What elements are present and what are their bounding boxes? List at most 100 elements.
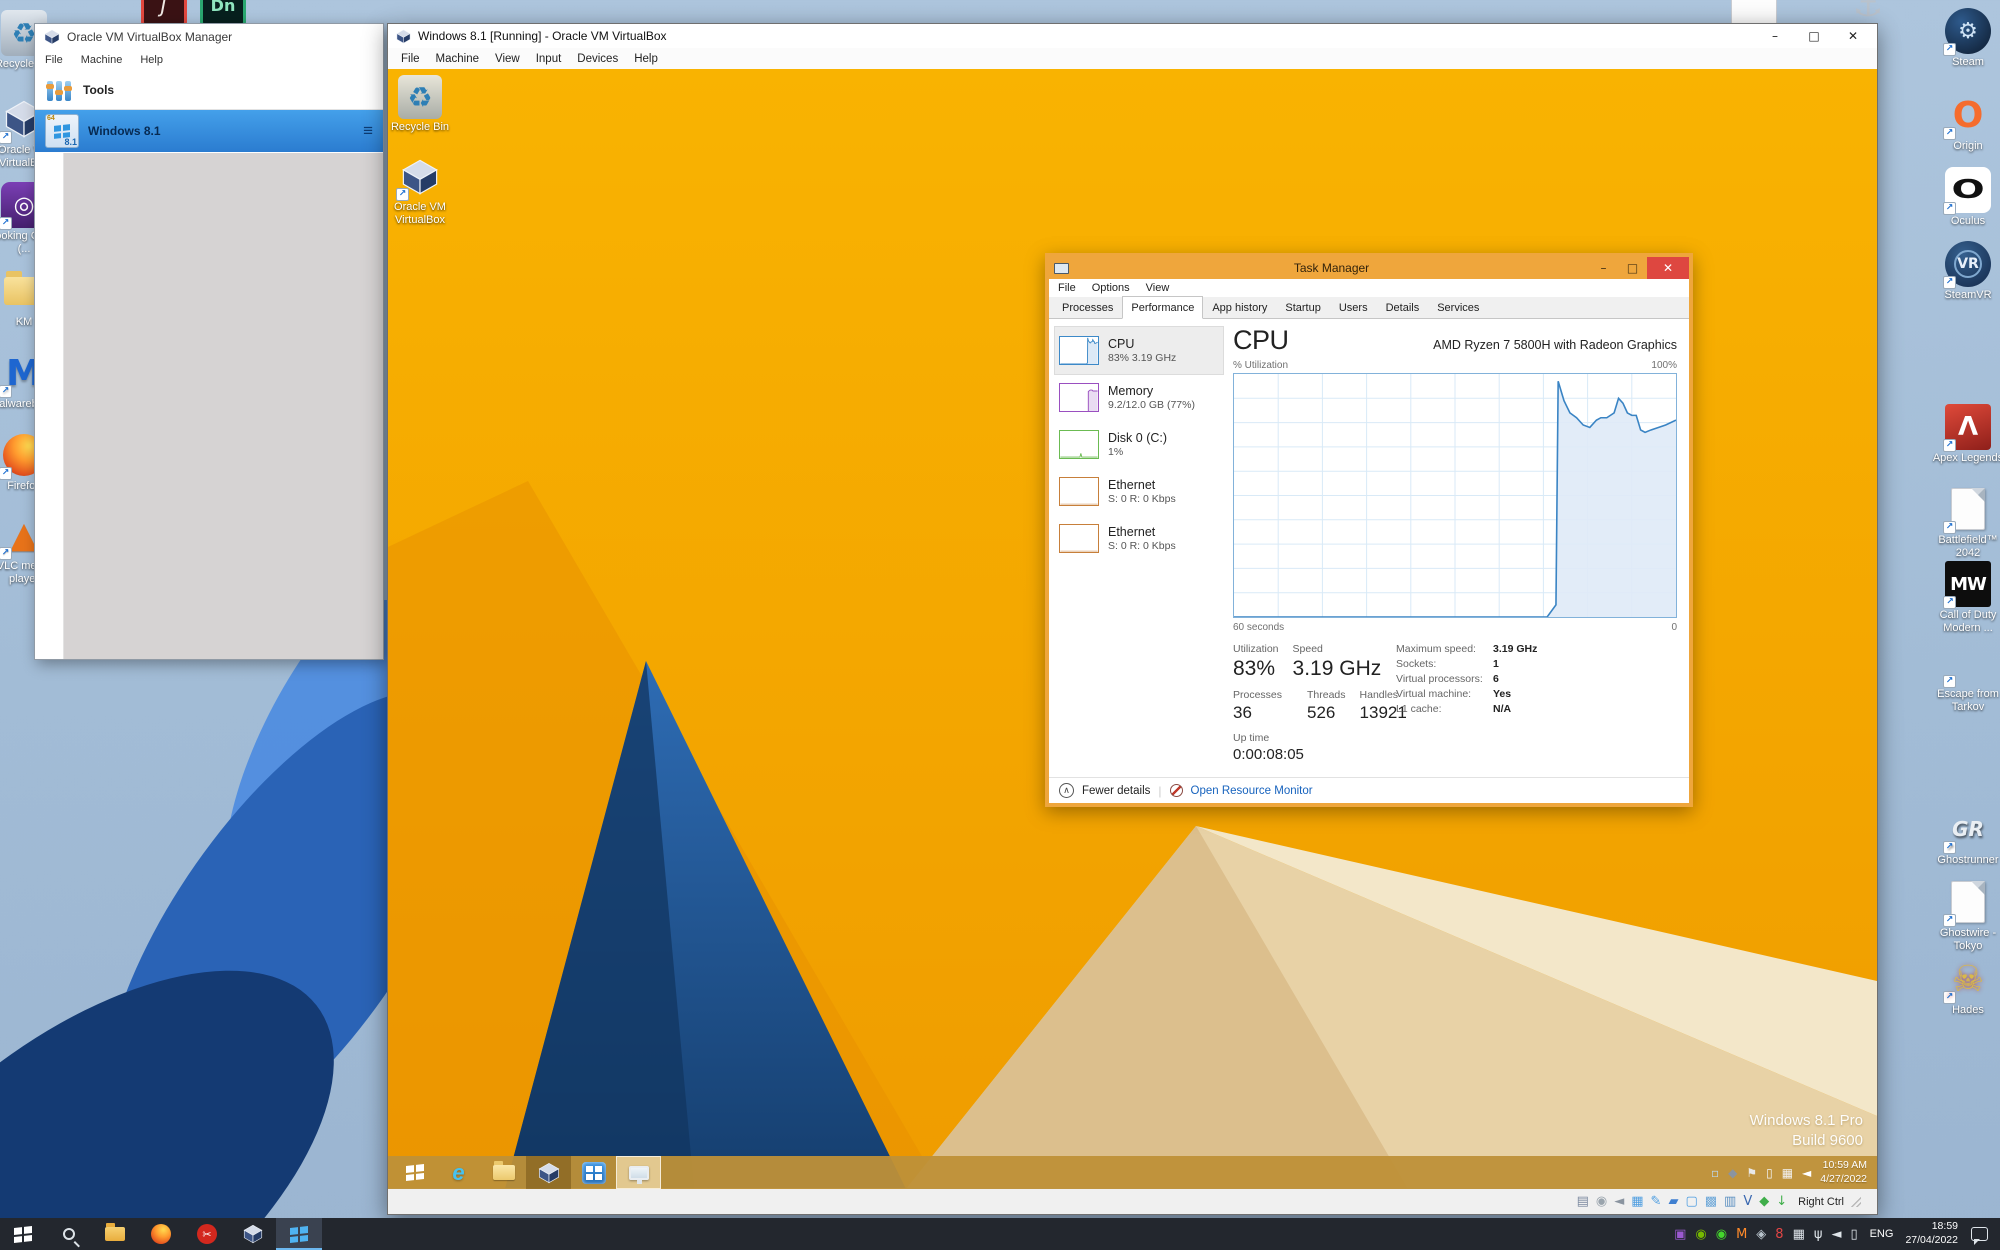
menu-item[interactable]: Help	[626, 51, 666, 67]
tray-icon[interactable]: ▦	[1782, 1166, 1793, 1180]
menu-item[interactable]: Machine	[81, 54, 123, 66]
host-taskbar-item[interactable]	[276, 1218, 322, 1250]
status-icon[interactable]: ◆	[1759, 1195, 1769, 1208]
perf-sidebar-item[interactable]: Ethernet S: 0 R: 0 Kbps	[1055, 468, 1223, 515]
menu-item[interactable]: File	[1058, 282, 1076, 294]
menu-item[interactable]: Help	[140, 54, 163, 66]
perf-sidebar-item[interactable]: CPU 83% 3.19 GHz	[1055, 327, 1223, 374]
host-taskbar-item[interactable]	[92, 1218, 138, 1250]
host-taskbar-item[interactable]	[138, 1218, 184, 1250]
status-icon[interactable]: ▩	[1705, 1195, 1717, 1208]
tab[interactable]: Services	[1428, 298, 1488, 319]
host-taskbar-item[interactable]: ✂	[184, 1218, 230, 1250]
menu-item[interactable]: Options	[1092, 282, 1130, 294]
menu-item[interactable]: Machine	[428, 51, 487, 67]
tray-icon[interactable]: ▦	[1793, 1228, 1805, 1241]
axis-label-60s: 60 seconds	[1233, 622, 1284, 633]
status-icon[interactable]: ▥	[1724, 1195, 1736, 1208]
perf-sidebar-item[interactable]: Disk 0 (C:) 1%	[1055, 421, 1223, 468]
desktop-icon[interactable]: ↗ Battlefield™ 2042	[1932, 486, 2000, 559]
desktop-icon[interactable]: ↗ Ghostwire - Tokyo	[1932, 879, 2000, 952]
desktop-icon[interactable]: GR ↗ Ghostrunner	[1932, 806, 2000, 867]
guest-taskbar-item[interactable]	[394, 1156, 436, 1189]
tab[interactable]: Performance	[1122, 296, 1203, 319]
open-resource-monitor-link[interactable]: Open Resource Monitor	[1191, 785, 1313, 797]
tray-icon[interactable]: M	[1736, 1228, 1747, 1241]
host-taskbar-item[interactable]	[46, 1218, 92, 1250]
vm-row-menu-icon[interactable]: ≡	[363, 121, 373, 141]
tray-icon[interactable]: ▣	[1674, 1228, 1686, 1241]
host-clock[interactable]: 18:59 27/04/2022	[1905, 1220, 1958, 1247]
close-button[interactable]: ✕	[1837, 29, 1869, 43]
status-icon[interactable]: ▦	[1631, 1195, 1643, 1208]
desktop-icon[interactable]: O ↗ Oculus	[1932, 167, 2000, 228]
resource-monitor-icon	[1170, 784, 1183, 797]
tray-icon[interactable]: ⚑	[1746, 1166, 1757, 1180]
menu-item[interactable]: Devices	[569, 51, 626, 67]
guest-taskbar-item[interactable]	[571, 1156, 616, 1189]
tray-icon[interactable]: ◄	[1802, 1166, 1811, 1180]
tray-icon[interactable]: ψ	[1814, 1228, 1823, 1241]
desktop-icon[interactable]: VR ↗ SteamVR	[1932, 241, 2000, 302]
vm-list-item-windows81[interactable]: 64 8.1 Windows 8.1 → Running ≡	[35, 110, 383, 152]
guest-clock[interactable]: 10:59 AM 4/27/2022	[1820, 1159, 1867, 1186]
status-icon[interactable]: ▰	[1668, 1195, 1678, 1208]
desktop-icon[interactable]: ↗ Escape from Tarkov	[1932, 640, 2000, 713]
tray-icon[interactable]: ▯	[1766, 1166, 1773, 1180]
tray-icon[interactable]: ◈	[1756, 1228, 1766, 1241]
language-indicator[interactable]: ENG	[1870, 1228, 1894, 1240]
menu-item[interactable]: View	[1146, 282, 1170, 294]
icon-glyph: ⚓	[1853, 0, 1883, 25]
tray-icon[interactable]: ▫	[1711, 1166, 1719, 1180]
tab[interactable]: App history	[1203, 298, 1276, 319]
status-icon[interactable]: ◉	[1596, 1195, 1607, 1208]
tab[interactable]: Startup	[1276, 298, 1329, 319]
host-taskbar-item[interactable]	[230, 1218, 276, 1250]
minimize-button[interactable]: –	[1759, 29, 1791, 43]
desktop-icon[interactable]: ☠ ↗ Hades	[1932, 956, 2000, 1017]
status-icon[interactable]: ↓	[1776, 1195, 1787, 1208]
desktop-icon[interactable]: ↗ Oracle VM VirtualBox	[388, 155, 456, 226]
guest-taskbar-item[interactable]: e	[436, 1156, 481, 1189]
menu-item[interactable]: Input	[528, 51, 570, 67]
tray-icon[interactable]: 8	[1775, 1228, 1783, 1241]
close-button[interactable]: ✕	[1647, 257, 1689, 279]
tray-icon[interactable]: ◉	[1695, 1228, 1706, 1241]
status-icon[interactable]: ◄	[1614, 1195, 1624, 1208]
host-taskbar-item[interactable]	[0, 1218, 46, 1250]
guest-taskbar-item[interactable]	[481, 1156, 526, 1189]
icon-glyph: GR	[1952, 817, 1984, 841]
desktop-icon[interactable]: Λ ↗ Apex Legends	[1932, 404, 2000, 465]
tab[interactable]: Details	[1377, 298, 1429, 319]
maximize-button[interactable]: □	[1618, 261, 1647, 275]
desktop-icon[interactable]: ♻ Recycle Bin	[388, 75, 456, 134]
status-icon[interactable]: ▤	[1577, 1195, 1589, 1208]
tab[interactable]: Users	[1330, 298, 1377, 319]
tray-icon[interactable]: ◄	[1831, 1228, 1841, 1241]
tab[interactable]: Processes	[1053, 298, 1122, 319]
desktop-icon[interactable]: MW ↗ Call of Duty Modern ...	[1932, 561, 2000, 634]
maximize-button[interactable]: □	[1798, 29, 1830, 43]
tray-icon[interactable]: ◆	[1728, 1166, 1737, 1180]
perf-sidebar-item[interactable]: Memory 9.2/12.0 GB (77%)	[1055, 374, 1223, 421]
perf-sidebar-item[interactable]: Ethernet S: 0 R: 0 Kbps	[1055, 515, 1223, 562]
tools-header[interactable]: Tools	[35, 70, 383, 110]
menu-item[interactable]: File	[45, 54, 63, 66]
tray-icon[interactable]: ◉	[1716, 1228, 1727, 1241]
tray-icon[interactable]: ▯	[1850, 1228, 1857, 1241]
desktop-icon[interactable]: ⚙ ↗ Steam	[1932, 8, 2000, 69]
status-icon[interactable]: V	[1743, 1195, 1752, 1208]
guest-taskbar-item[interactable]	[526, 1156, 571, 1189]
status-icon[interactable]: ✎	[1651, 1195, 1662, 1208]
desktop-icon[interactable]: O ↗ Origin	[1932, 92, 2000, 153]
menu-item[interactable]: File	[393, 51, 428, 67]
resize-grip[interactable]	[1851, 1197, 1861, 1207]
status-icon[interactable]: ▢	[1685, 1195, 1697, 1208]
guest-taskbar-item[interactable]	[616, 1156, 661, 1189]
minimize-button[interactable]: –	[1589, 261, 1618, 275]
menu-item[interactable]: View	[487, 51, 528, 67]
fewer-details-button[interactable]: Fewer details	[1082, 785, 1150, 797]
notification-icon[interactable]	[1971, 1227, 1988, 1241]
desktop-icon-label: Ghostwire - Tokyo	[1932, 927, 2000, 952]
shortcut-arrow-icon: ↗	[1943, 127, 1956, 140]
